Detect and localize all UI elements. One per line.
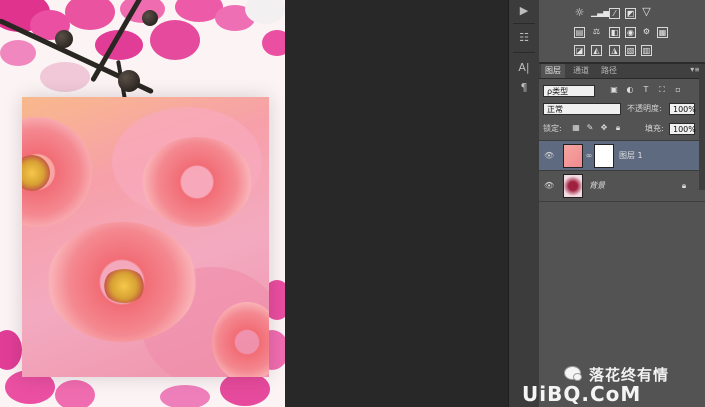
- layer-thumbnail[interactable]: [563, 174, 583, 198]
- character-icon[interactable]: A|: [515, 60, 533, 76]
- curves-icon[interactable]: ⁄: [609, 8, 620, 19]
- smart-object-filter-icon[interactable]: ▫: [673, 85, 683, 95]
- vibrance-icon[interactable]: ▤: [574, 27, 585, 38]
- background-petal: [55, 380, 95, 407]
- adjustments-panel: ☼ ▁▃▅ ⁄ ◩ ▽ ▤ ⚖ ◧ ◉ ⚙ ▦ ◪ ◭ ◮ ▧ ▥: [539, 0, 705, 64]
- fill-label: 填充:: [645, 124, 664, 133]
- selective-color-icon[interactable]: ▧: [625, 45, 636, 56]
- wechat-icon: [564, 366, 582, 381]
- channel-mixer-icon[interactable]: ⚙: [641, 27, 652, 38]
- watermark: 落花终有情 UiBQ.CoM: [522, 362, 705, 407]
- canvas-area[interactable]: [0, 0, 500, 407]
- layer-1-image[interactable]: [22, 97, 269, 377]
- fill-input[interactable]: 100%: [669, 123, 696, 135]
- photo-filter-icon[interactable]: ◉: [625, 27, 636, 38]
- lock-row: 锁定: ▦ ✎ ✥ 🔒︎ 填充: 100%: [539, 120, 705, 138]
- cord-knot: [55, 30, 73, 48]
- background-petal: [262, 30, 285, 56]
- cord-knot: [118, 70, 140, 92]
- blend-row: 正常 不透明度: 100%: [539, 100, 705, 118]
- flower-center: [102, 269, 146, 303]
- color-balance-icon[interactable]: ⚖: [591, 27, 602, 38]
- layer-thumbnail[interactable]: [563, 144, 583, 168]
- exposure-icon[interactable]: ◩: [625, 8, 636, 19]
- visibility-eye-icon[interactable]: 👁︎: [544, 151, 554, 161]
- document-canvas[interactable]: [0, 0, 285, 407]
- play-icon[interactable]: ▶: [515, 3, 533, 19]
- lock-transparent-icon[interactable]: ▦: [571, 123, 581, 133]
- lock-all-icon[interactable]: 🔒︎: [613, 123, 623, 133]
- tab-channels[interactable]: 通道: [569, 64, 593, 78]
- adjustment-filter-icon[interactable]: ◐: [625, 85, 635, 95]
- divider: [513, 52, 535, 53]
- brightness-icon[interactable]: ☼: [574, 7, 585, 19]
- threshold-icon[interactable]: ◮: [609, 45, 620, 56]
- layer-mask-thumbnail[interactable]: [594, 144, 614, 168]
- levels-icon[interactable]: ▁▃▅: [591, 8, 609, 19]
- layers-panel: 图层 通道 路径 ▾≡ ρ类型 ▣ ◐ T ⛶ ▫ 正常 不透明度: 100% …: [539, 64, 705, 407]
- layer-name[interactable]: 图层 1: [619, 150, 643, 162]
- gradient-map-icon[interactable]: ▥: [641, 45, 652, 56]
- tab-paths[interactable]: 路径: [597, 64, 621, 78]
- background-petal: [160, 385, 210, 407]
- right-panels: ☼ ▁▃▅ ⁄ ◩ ▽ ▤ ⚖ ◧ ◉ ⚙ ▦ ◪ ◭ ◮ ▧ ▥ 图层 通道 …: [539, 0, 705, 407]
- posterize-icon[interactable]: ◭: [591, 45, 602, 56]
- background-petal: [0, 40, 36, 66]
- background-petal: [40, 62, 90, 92]
- gradient-triangle-icon[interactable]: ▽: [641, 6, 652, 18]
- properties-icon[interactable]: ☷: [515, 30, 533, 46]
- pixel-filter-icon[interactable]: ▣: [609, 85, 619, 95]
- lock-label: 锁定:: [543, 124, 562, 133]
- filter-kind-select[interactable]: ρ类型: [543, 85, 595, 97]
- background-petal: [245, 0, 285, 24]
- panel-dock-strip: ▶ ☷ A| ¶: [508, 0, 540, 407]
- background-petal: [65, 0, 115, 30]
- shape-filter-icon[interactable]: ⛶: [657, 85, 667, 95]
- lock-move-icon[interactable]: ✥: [599, 123, 609, 133]
- layer-name[interactable]: 背景: [589, 180, 605, 192]
- watermark-site: UiBQ.CoM: [522, 382, 642, 406]
- black-white-icon[interactable]: ◧: [609, 27, 620, 38]
- lock-paint-icon[interactable]: ✎: [585, 123, 595, 133]
- layer-lock-icon: 🔒︎: [681, 181, 687, 190]
- color-lookup-icon[interactable]: ▦: [657, 27, 668, 38]
- panel-tabs: 图层 通道 路径 ▾≡: [539, 64, 705, 79]
- link-chain-icon[interactable]: ∞: [584, 151, 594, 161]
- divider: [513, 23, 535, 24]
- opacity-label: 不透明度:: [627, 104, 662, 113]
- opacity-input[interactable]: 100%: [669, 103, 696, 115]
- type-filter-icon[interactable]: T: [641, 85, 651, 95]
- background-petal: [220, 372, 270, 406]
- paragraph-icon[interactable]: ¶: [515, 80, 533, 96]
- filter-row: ρ类型 ▣ ◐ T ⛶ ▫: [539, 82, 705, 100]
- visibility-eye-icon[interactable]: 👁︎: [544, 181, 554, 191]
- invert-icon[interactable]: ◪: [574, 45, 585, 56]
- cord-knot: [142, 10, 158, 26]
- background-petal: [0, 330, 22, 370]
- layer-row-background[interactable]: 👁︎ 背景 🔒︎: [539, 170, 705, 202]
- layer-row-layer-1[interactable]: 👁︎ ∞ 图层 1: [539, 140, 705, 171]
- panel-scrollbar[interactable]: [699, 64, 705, 190]
- blend-mode-select[interactable]: 正常: [543, 103, 621, 115]
- gerbera-flower: [142, 137, 252, 227]
- tab-layers[interactable]: 图层: [541, 64, 565, 78]
- background-petal: [150, 20, 200, 60]
